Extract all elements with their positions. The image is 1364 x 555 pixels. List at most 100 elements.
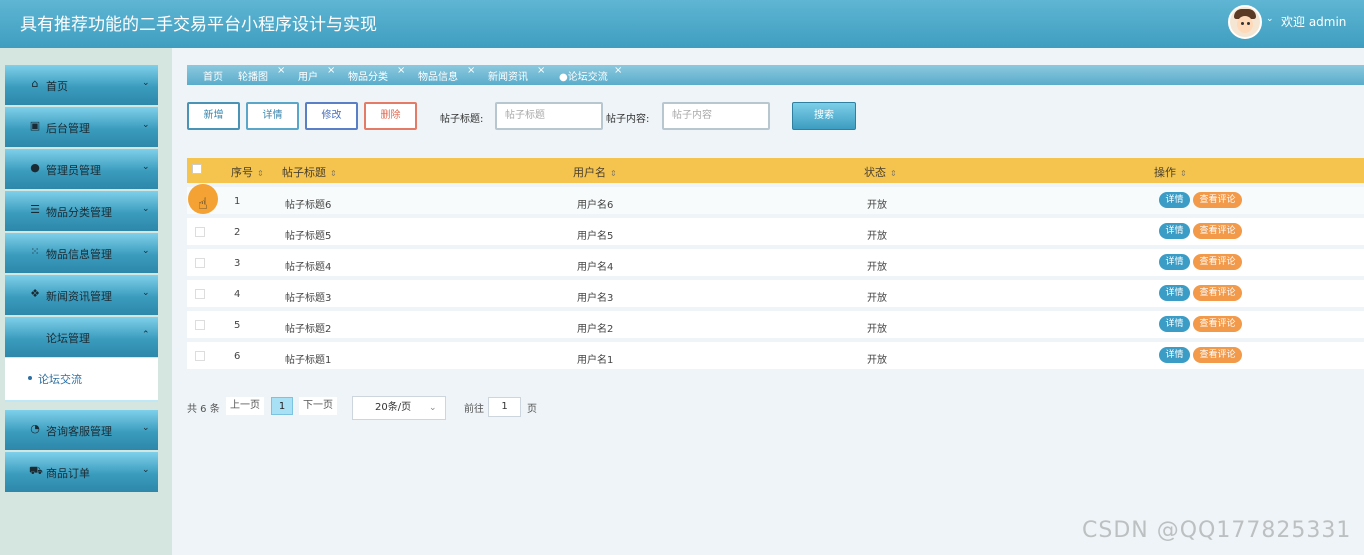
page-size-value: 20条/页 [375,402,412,413]
tab-carousel[interactable]: 轮播图 [238,68,268,83]
sidebar-item-home[interactable]: ⌂ 首页 ⌄ [5,65,158,105]
tab-bar: 首页 轮播图 × 用户 × 物品分类 × 物品信息 × 新闻资讯 × ●论坛交流… [187,65,1364,85]
sidebar-item-news[interactable]: ❖ 新闻资讯管理 ⌄ [5,275,158,315]
row-detail-button[interactable]: 详情 [1159,223,1190,239]
goto-page-input[interactable]: 1 [488,397,521,417]
row-view-comments-button[interactable]: 查看评论 [1193,285,1242,301]
row-checkbox[interactable] [195,320,205,330]
row-view-comments-button[interactable]: 查看评论 [1193,223,1242,239]
column-header-status[interactable]: 状态 ⇕ [864,164,897,180]
row-checkbox[interactable] [195,289,205,299]
cell-title: 帖子标题1 [285,355,332,366]
close-icon[interactable]: × [277,65,285,76]
sidebar-item-label: 首页 [46,80,68,93]
table-row: 2 帖子标题5 用户名5 开放 详情 查看评论 [187,218,1364,245]
table-row: 5 帖子标题2 用户名2 开放 详情 查看评论 [187,311,1364,338]
active-dot-icon: ● [559,72,568,83]
close-icon[interactable]: × [467,65,475,76]
tab-home[interactable]: 首页 [203,68,223,83]
sidebar-item-orders[interactable]: ⛟ 商品订单 ⌄ [5,452,158,492]
cell-status: 开放 [867,200,887,211]
cell-title: 帖子标题5 [285,231,332,242]
chevron-down-icon: ⌄ [142,288,150,298]
row-detail-button[interactable]: 详情 [1159,254,1190,270]
cell-user: 用户名1 [577,355,614,366]
page-number-button[interactable]: 1 [271,397,293,415]
row-checkbox[interactable] [195,258,205,268]
detail-button[interactable]: 详情 [246,102,299,130]
row-checkbox[interactable] [195,227,205,237]
row-checkbox[interactable] [195,351,205,361]
cell-user: 用户名2 [577,324,614,335]
server-icon: ☰ [30,203,40,216]
avatar-eye [1247,22,1250,25]
column-header-title[interactable]: 帖子标题 ⇕ [282,164,337,180]
cell-title: 帖子标题2 [285,324,332,335]
cell-index: 5 [234,320,241,331]
chevron-down-icon: ⌄ [429,403,437,413]
tab-news[interactable]: 新闻资讯 [488,68,528,83]
sidebar-item-label: 论坛管理 [46,332,90,345]
row-detail-button[interactable]: 详情 [1159,316,1190,332]
column-header-user[interactable]: 用户名 ⇕ [573,164,617,180]
close-icon[interactable]: × [614,65,622,76]
row-detail-button[interactable]: 详情 [1159,347,1190,363]
sidebar-item-admins[interactable]: ● 管理员管理 ⌄ [5,149,158,189]
sidebar-item-label: 咨询客服管理 [46,425,112,438]
add-button[interactable]: 新增 [187,102,240,130]
next-page-button[interactable]: 下一页 [299,397,337,415]
sidebar-item-backend[interactable]: ▣ 后台管理 ⌄ [5,107,158,147]
row-view-comments-button[interactable]: 查看评论 [1193,254,1242,270]
delete-button[interactable]: 删除 [364,102,417,130]
tab-forum-active[interactable]: ●论坛交流 [559,68,608,83]
chevron-down-icon[interactable]: ⌄ [1266,14,1274,24]
column-header-actions[interactable]: 操作 ⇕ [1154,164,1187,180]
user-avatar[interactable] [1228,5,1262,39]
cell-index: 3 [234,258,241,269]
tab-users[interactable]: 用户 [298,68,318,83]
close-icon[interactable]: × [327,65,335,76]
select-all-checkbox[interactable] [192,164,202,174]
sidebar-subitem-label: 论坛交流 [38,373,82,386]
sidebar-item-label: 新闻资讯管理 [46,290,112,303]
cell-status: 开放 [867,324,887,335]
page-size-select[interactable]: 20条/页 ⌄ [352,396,446,420]
tab-goods[interactable]: 物品信息 [418,68,458,83]
content-filter-input[interactable]: 帖子内容 [662,102,770,130]
tab-categories[interactable]: 物品分类 [348,68,388,83]
cell-user: 用户名4 [577,262,614,273]
sort-icon: ⇕ [890,169,897,178]
row-view-comments-button[interactable]: 查看评论 [1193,316,1242,332]
chevron-up-icon: ⌃ [142,330,150,340]
row-view-comments-button[interactable]: 查看评论 [1193,192,1242,208]
column-header-index[interactable]: 序号 ⇕ [231,164,264,180]
close-icon[interactable]: × [537,65,545,76]
avatar-face [1237,16,1253,33]
sidebar-item-categories[interactable]: ☰ 物品分类管理 ⌄ [5,191,158,231]
sidebar-item-forum[interactable]: 论坛管理 ⌃ [5,317,158,357]
row-detail-button[interactable]: 详情 [1159,192,1190,208]
cell-user: 用户名6 [577,200,614,211]
edit-button[interactable]: 修改 [305,102,358,130]
sidebar-item-label: 物品信息管理 [46,248,112,261]
search-button[interactable]: 搜索 [792,102,856,130]
chevron-down-icon: ⌄ [142,120,150,130]
sort-icon: ⇕ [1180,169,1187,178]
apps-icon: ❖ [30,287,40,300]
gauge-icon: ◔ [30,422,40,435]
watermark: CSDN @QQ177825331 [1082,518,1352,543]
hand-pointer-icon: ☝ [198,194,208,213]
cell-status: 开放 [867,262,887,273]
row-view-comments-button[interactable]: 查看评论 [1193,347,1242,363]
prev-page-button[interactable]: 上一页 [226,397,264,415]
sidebar-item-support[interactable]: ◔ 咨询客服管理 ⌄ [5,410,158,450]
row-detail-button[interactable]: 详情 [1159,285,1190,301]
title-filter-input[interactable]: 帖子标题 [495,102,603,130]
sidebar-item-goods[interactable]: ⁙ 物品信息管理 ⌄ [5,233,158,273]
cell-title: 帖子标题6 [285,200,332,211]
sidebar-subitem-forum-posts[interactable]: 论坛交流 [5,358,158,402]
welcome-text[interactable]: 欢迎 admin [1281,13,1346,30]
chevron-down-icon: ⌄ [142,465,150,475]
close-icon[interactable]: × [397,65,405,76]
cell-title: 帖子标题3 [285,293,332,304]
